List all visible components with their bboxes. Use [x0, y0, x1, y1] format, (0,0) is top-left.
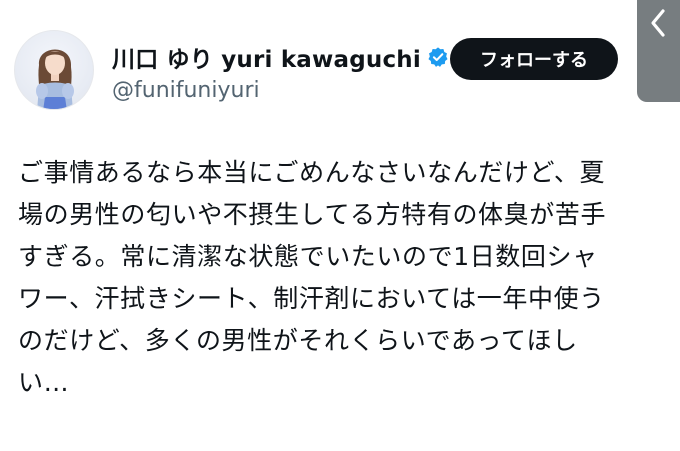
tweet-text-line: のだけど、多くの男性がそれくらいであってほし	[18, 326, 578, 355]
chevron-left-icon	[651, 9, 665, 37]
tweet-header: 川口 ゆり yuri kawaguchi @funifuniyuri フォローす…	[14, 30, 644, 114]
verified-badge-icon	[427, 46, 449, 68]
name-row: 川口 ゆり yuri kawaguchi	[112, 40, 449, 74]
tweet-text-line: ご事情あるなら本当にごめんなさいなんだけど、夏	[18, 158, 606, 187]
avatar-photo	[36, 49, 74, 109]
tweet-text-line: 場の男性の匂いや不摂生してる方特有の体臭が苦手	[18, 200, 607, 229]
handle[interactable]: @funifuniyuri	[112, 78, 260, 103]
tweet-text-line: ワー、汗拭きシート、制汗剤においては一年中使う	[18, 284, 605, 313]
tweet-text-line: い…	[18, 368, 70, 397]
tweet-text-line: すぎる。常に清潔な状態でいたいので1日数回シャ	[18, 242, 598, 271]
avatar[interactable]	[14, 30, 94, 110]
follow-button[interactable]: フォローする	[450, 38, 618, 80]
display-name[interactable]: 川口 ゆり yuri kawaguchi	[112, 40, 421, 74]
tweet-screenshot: 川口 ゆり yuri kawaguchi @funifuniyuri フォローす…	[0, 0, 680, 451]
tweet-text: ご事情あるなら本当にごめんなさいなんだけど、夏 場の男性の匂いや不摂生してる方特…	[18, 152, 663, 404]
side-panel-tab[interactable]	[637, 0, 680, 102]
